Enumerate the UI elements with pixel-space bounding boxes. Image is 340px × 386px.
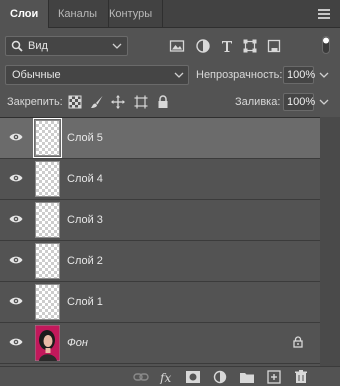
layer-name: Слой 2: [67, 255, 103, 267]
visibility-toggle[interactable]: [0, 241, 32, 282]
lock-transparent-pixels-icon[interactable]: [68, 95, 82, 109]
layers-scrollbar[interactable]: [320, 117, 340, 366]
chevron-down-icon: [174, 72, 184, 78]
trash-icon[interactable]: [293, 370, 309, 384]
lock-all-icon[interactable]: [156, 95, 170, 109]
layer-name: Слой 5: [67, 132, 103, 144]
tab-channels[interactable]: Каналы: [58, 0, 97, 28]
opacity-dropdown-icon[interactable]: [319, 70, 329, 80]
new-layer-icon[interactable]: [266, 370, 282, 384]
layer-name: Слой 1: [67, 296, 103, 308]
layer-name: Фон: [67, 337, 88, 349]
layer-row[interactable]: Слой 5: [0, 118, 320, 159]
filter-toggle-switch[interactable]: [322, 36, 330, 54]
shape-filter-icon[interactable]: [242, 38, 258, 54]
fill-label: Заливка:: [235, 96, 281, 108]
layer-style-fx-icon[interactable]: fx: [159, 370, 175, 384]
layer-row[interactable]: Слой 3: [0, 200, 320, 241]
filter-kind-label: Вид: [28, 40, 48, 52]
lock-image-pixels-icon[interactable]: [90, 95, 104, 109]
tab-layers[interactable]: Слои: [0, 0, 50, 28]
eye-icon: [9, 256, 23, 264]
fill-input[interactable]: 100%: [283, 93, 315, 111]
smart-object-filter-icon[interactable]: [266, 38, 282, 54]
layer-lock-icon: [293, 336, 303, 348]
panel-menu-icon[interactable]: [318, 9, 330, 19]
fill-dropdown-icon[interactable]: [319, 97, 329, 107]
type-filter-icon[interactable]: [219, 38, 235, 54]
layer-row[interactable]: Слой 1: [0, 282, 320, 323]
layers-bottom-toolbar: fx: [0, 366, 340, 386]
background-photo-thumbnail: [35, 325, 60, 361]
visibility-toggle[interactable]: [0, 323, 32, 364]
blend-bar: Обычные Непрозрачность: 100%: [0, 62, 340, 90]
visibility-toggle[interactable]: [0, 200, 32, 241]
blend-mode-value: Обычные: [12, 69, 61, 81]
adjustment-layer-icon[interactable]: [212, 370, 228, 384]
layer-thumbnail: [35, 243, 60, 279]
chevron-down-icon: [112, 43, 122, 49]
layer-thumbnail: [35, 284, 60, 320]
layer-thumbnail: [35, 202, 60, 238]
link-layers-icon[interactable]: [133, 370, 149, 384]
eye-icon: [9, 133, 23, 141]
tab-divider: [162, 0, 163, 28]
layer-thumbnail: [35, 161, 60, 197]
tab-paths[interactable]: Контуры: [109, 0, 152, 28]
lock-position-icon[interactable]: [111, 95, 125, 109]
svg-text:fx: fx: [159, 371, 171, 384]
eye-icon: [9, 297, 23, 305]
filter-kind-select[interactable]: Вид: [5, 36, 128, 56]
opacity-label: Непрозрачность:: [196, 69, 283, 81]
layer-name: Слой 4: [67, 173, 103, 185]
visibility-toggle[interactable]: [0, 282, 32, 323]
visibility-toggle[interactable]: [0, 118, 32, 159]
layer-row[interactable]: Фон: [0, 323, 320, 364]
image-filter-icon[interactable]: [169, 38, 185, 54]
new-group-folder-icon[interactable]: [239, 370, 255, 384]
layer-name: Слой 3: [67, 214, 103, 226]
lock-bar: Закрепить: Заливка: 100%: [0, 90, 340, 116]
search-icon: [11, 40, 23, 52]
eye-icon: [9, 338, 23, 346]
panel-tab-bar: Слои Каналы Контуры: [0, 0, 340, 28]
opacity-input[interactable]: 100%: [283, 66, 315, 84]
layer-row[interactable]: Слой 4: [0, 159, 320, 200]
layer-filter-bar: Вид: [0, 28, 340, 62]
lock-label: Закрепить:: [7, 96, 63, 108]
adjustment-filter-icon[interactable]: [195, 38, 211, 54]
add-mask-icon[interactable]: [185, 370, 201, 384]
layers-list: Слой 5 Слой 4 Слой 3 Слой 2 Слой 1 Фон: [0, 117, 340, 366]
blend-mode-select[interactable]: Обычные: [5, 65, 189, 85]
layer-thumbnail: [33, 118, 62, 158]
visibility-toggle[interactable]: [0, 159, 32, 200]
layer-row[interactable]: Слой 2: [0, 241, 320, 282]
eye-icon: [9, 174, 23, 182]
eye-icon: [9, 215, 23, 223]
lock-artboard-icon[interactable]: [134, 95, 148, 109]
